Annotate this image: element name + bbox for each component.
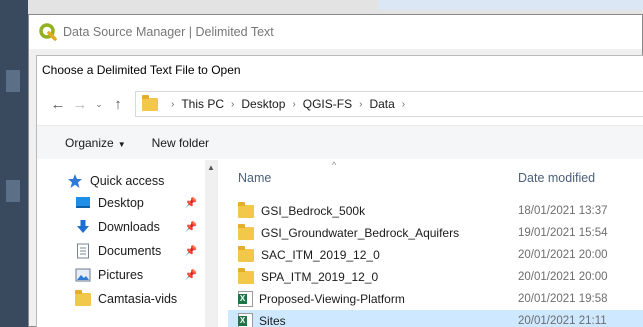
background-strip-marker (6, 180, 20, 202)
excel-file-icon (238, 291, 253, 307)
file-name: SAC_ITM_2019_12_0 (261, 248, 380, 262)
file-date: 18/01/2021 13:37 (518, 205, 608, 217)
folder-icon-shape (75, 290, 91, 306)
qgis-logo-icon (39, 23, 57, 41)
file-name: GSI_Bedrock_500k (261, 204, 366, 218)
folder-icon (238, 201, 254, 218)
background-strip-marker (6, 70, 20, 92)
pin-icon[interactable]: 📌 (185, 246, 197, 257)
command-toolbar: Organize ▼ New folder (37, 125, 643, 159)
nav-item-quick-access[interactable]: Quick access (67, 170, 205, 192)
folder-icon (142, 94, 158, 111)
excel-file-icon (238, 313, 253, 327)
file-open-dialog: Choose a Delimited Text File to Open ← →… (36, 55, 643, 327)
document-icon (77, 243, 89, 259)
file-row[interactable]: GSI_Groundwater_Bedrock_Aquifers 19/01/2… (228, 222, 643, 244)
organize-label: Organize (65, 135, 114, 150)
file-name: GSI_Groundwater_Bedrock_Aquifers (261, 226, 460, 240)
file-name-cell: SPA_ITM_2019_12_0 (238, 267, 379, 284)
chevron-right-icon: › (171, 98, 175, 110)
file-row-selected[interactable]: Sites 20/01/2021 21:11 (228, 310, 643, 327)
breadcrumb-data[interactable]: Data (369, 97, 394, 111)
new-folder-button[interactable]: New folder (152, 136, 209, 150)
nav-item-label: Desktop (98, 196, 144, 210)
file-date: 20/01/2021 20:00 (518, 249, 608, 261)
folder-icon (238, 223, 254, 240)
breadcrumb-this-pc[interactable]: This PC (181, 97, 224, 111)
up-arrow-icon[interactable]: ↑ (107, 96, 129, 113)
file-name: Sites (259, 314, 286, 327)
file-name-cell: Proposed-Viewing-Platform (238, 291, 405, 307)
navigation-pane-scrollbar[interactable]: ▲ (205, 160, 218, 327)
nav-item-label: Camtasia-vids (98, 292, 178, 306)
file-name: Proposed-Viewing-Platform (259, 292, 405, 306)
nav-item-label: Pictures (98, 268, 144, 282)
nav-item-label: Downloads (98, 220, 160, 234)
nav-item-label: Quick access (90, 174, 165, 188)
background-window-top (28, 0, 643, 14)
nav-item-pictures[interactable]: Pictures 📌 (75, 264, 205, 286)
data-source-manager-title: Data Source Manager | Delimited Text (63, 25, 274, 39)
nav-item-camtasia-vids[interactable]: Camtasia-vids (75, 288, 205, 310)
nav-item-desktop[interactable]: Desktop 📌 (75, 192, 205, 214)
caret-down-icon: ▼ (117, 139, 126, 149)
recent-locations-chevron-icon[interactable]: ⌄ (91, 99, 107, 110)
sort-ascending-icon: ^ (332, 160, 337, 170)
download-icon (77, 220, 89, 233)
nav-item-downloads[interactable]: Downloads 📌 (75, 216, 205, 238)
file-name: SPA_ITM_2019_12_0 (261, 270, 379, 284)
chevron-right-icon[interactable]: › (231, 99, 234, 110)
file-dialog-title: Choose a Delimited Text File to Open (42, 62, 241, 77)
scroll-up-arrow-icon[interactable]: ▲ (207, 163, 215, 172)
desktop-icon (76, 197, 90, 208)
folder-icon (238, 267, 254, 284)
column-header-name[interactable]: Name (238, 160, 271, 195)
file-date: 20/01/2021 21:11 (518, 315, 607, 327)
file-name-cell: GSI_Groundwater_Bedrock_Aquifers (238, 223, 460, 240)
star-icon (68, 174, 82, 188)
file-row[interactable]: GSI_Bedrock_500k 18/01/2021 13:37 (228, 200, 643, 222)
file-row[interactable]: SAC_ITM_2019_12_0 20/01/2021 20:00 (228, 244, 643, 266)
data-source-manager-titlebar[interactable]: Data Source Manager | Delimited Text (29, 15, 642, 49)
background-tab (378, 0, 643, 10)
pin-icon[interactable]: 📌 (185, 198, 197, 209)
nav-item-label: Documents (98, 244, 162, 258)
breadcrumb-qgis-fs[interactable]: QGIS-FS (303, 97, 352, 111)
back-arrow-icon[interactable]: ← (47, 96, 69, 113)
file-name-cell: Sites (238, 313, 286, 327)
file-date: 20/01/2021 20:00 (518, 271, 608, 283)
chevron-right-icon[interactable]: › (292, 99, 295, 110)
file-name-cell: SAC_ITM_2019_12_0 (238, 245, 380, 262)
file-row[interactable]: SPA_ITM_2019_12_0 20/01/2021 20:00 (228, 266, 643, 288)
address-bar[interactable]: › This PC › Desktop › QGIS-FS › Data › (135, 91, 643, 117)
pictures-icon (75, 268, 91, 282)
chevron-right-icon[interactable]: › (402, 99, 405, 110)
dialog-content: Quick access Desktop 📌 Downloads 📌 Docum… (37, 160, 643, 327)
pin-icon[interactable]: 📌 (185, 270, 197, 281)
pin-icon[interactable]: 📌 (185, 222, 197, 233)
organize-button[interactable]: Organize ▼ (65, 136, 126, 150)
folder-icon (238, 245, 254, 262)
folder-icon (75, 290, 91, 307)
file-date: 20/01/2021 19:58 (518, 293, 608, 305)
chevron-right-icon[interactable]: › (359, 99, 362, 110)
navigation-bar: ← → ⌄ ↑ › This PC › Desktop › QGIS-FS › … (37, 83, 643, 125)
forward-arrow-icon[interactable]: → (69, 96, 91, 113)
file-dialog-titlebar[interactable]: Choose a Delimited Text File to Open (37, 56, 643, 83)
navigation-pane: Quick access Desktop 📌 Downloads 📌 Docum… (37, 160, 218, 327)
background-app-strip (0, 0, 28, 327)
file-date: 19/01/2021 15:54 (518, 227, 608, 239)
file-name-cell: GSI_Bedrock_500k (238, 201, 366, 218)
nav-item-documents[interactable]: Documents 📌 (75, 240, 205, 262)
column-header-date-modified[interactable]: Date modified (518, 160, 595, 195)
breadcrumb-desktop[interactable]: Desktop (241, 97, 285, 111)
file-list-pane: ^ Name Date modified GSI_Bedrock_500k 18… (228, 160, 643, 327)
file-row[interactable]: Proposed-Viewing-Platform 20/01/2021 19:… (228, 288, 643, 310)
